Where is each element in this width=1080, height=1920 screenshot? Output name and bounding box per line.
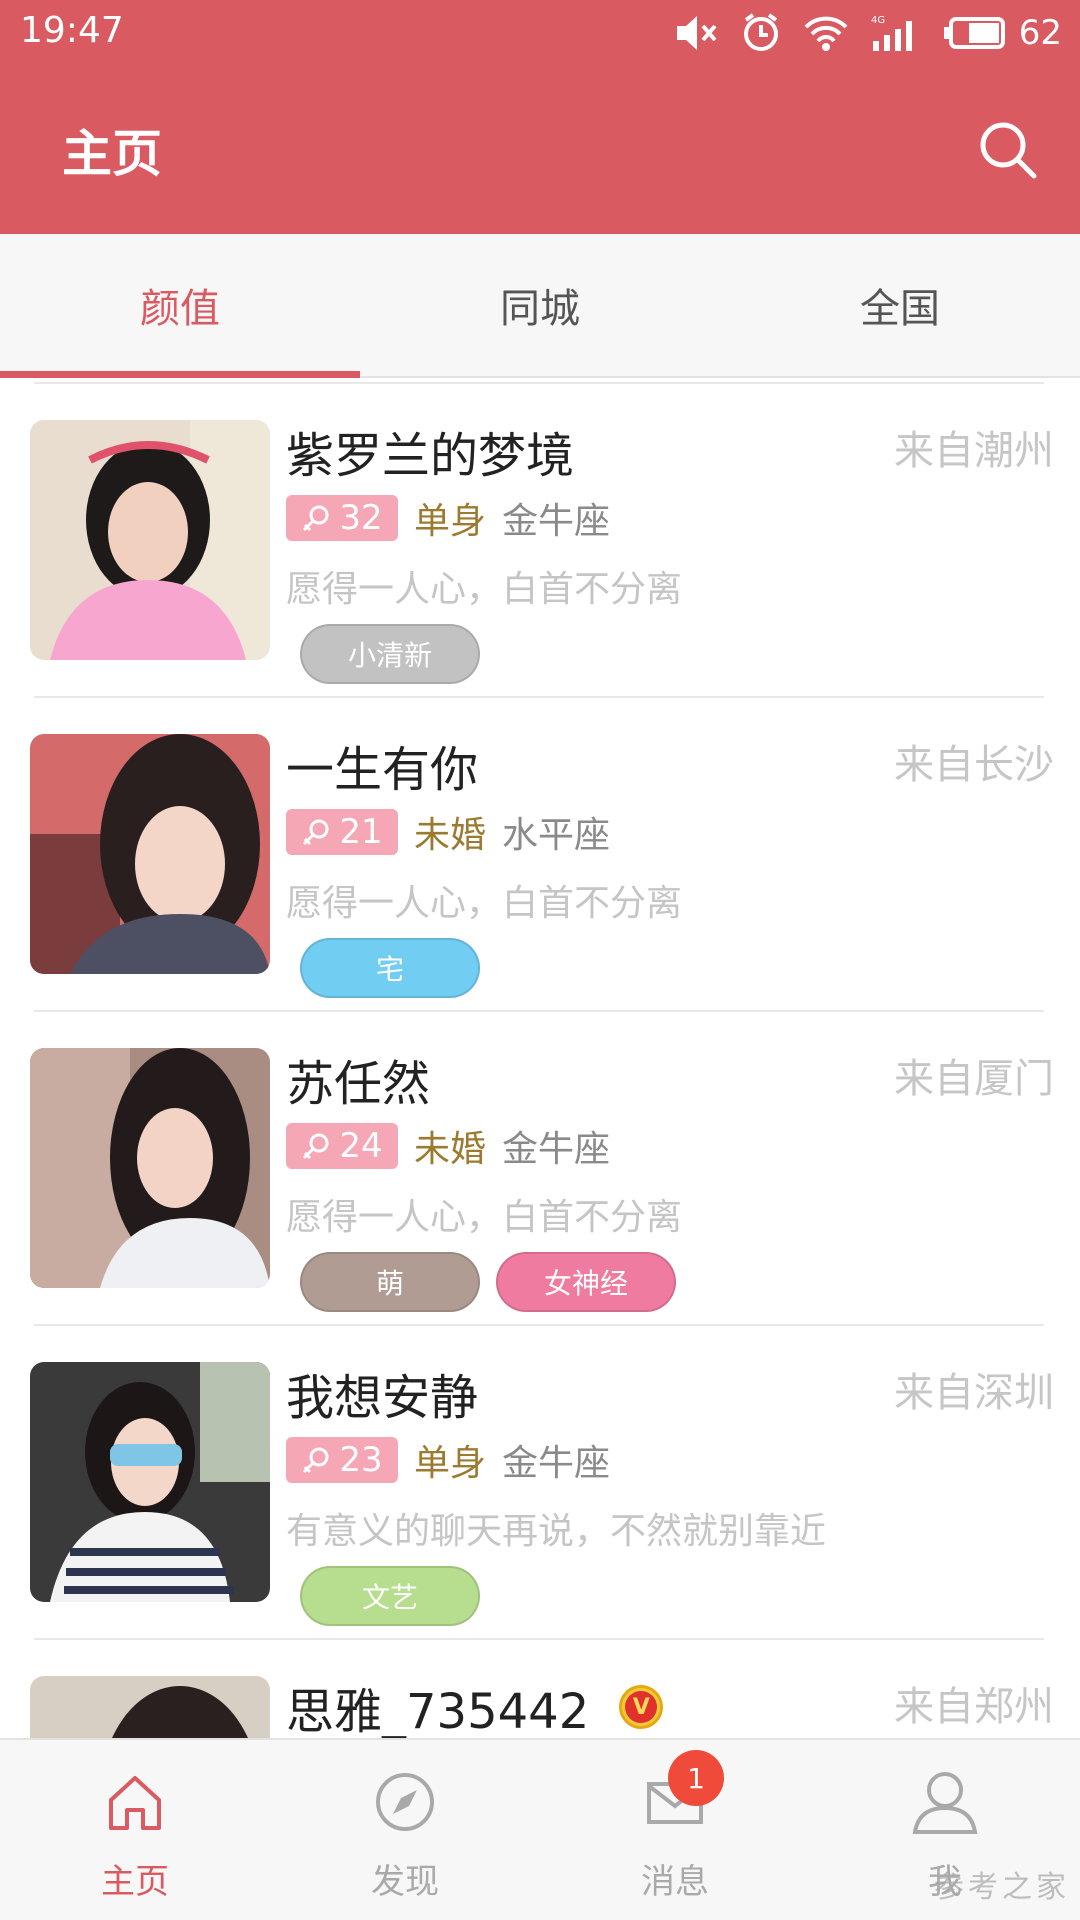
profile-name: 苏任然 xyxy=(286,1044,430,1114)
vip-glyph: V xyxy=(625,1691,658,1723)
age-badge: 32 xyxy=(286,495,398,541)
profile-name-text: 苏任然 xyxy=(286,1056,431,1112)
tag-list: 宅 xyxy=(300,938,480,998)
mute-icon xyxy=(676,16,717,50)
profile-city: 来自深圳 xyxy=(894,1370,1054,1416)
profile-meta: 23 单身 金牛座 xyxy=(286,1436,610,1484)
age-value: 21 xyxy=(339,812,383,852)
female-icon xyxy=(303,1133,329,1160)
nav-home[interactable]: 主页 xyxy=(0,1740,270,1920)
profile-meta: 21 未婚 水平座 xyxy=(286,808,610,856)
profile-name-text: 我想安静 xyxy=(286,1370,479,1426)
nav-label: 消息 xyxy=(641,1862,709,1902)
avatar[interactable] xyxy=(30,1676,270,1738)
signature: 愿得一人心，白首不分离 xyxy=(286,569,683,610)
compass-icon xyxy=(376,1773,434,1831)
profile-name: 思雅_735442 V xyxy=(286,1672,664,1738)
battery-level: 62 xyxy=(1018,13,1062,53)
tag[interactable]: 小清新 xyxy=(300,624,480,684)
page-title: 主页 xyxy=(62,125,162,183)
profile-city: 来自厦门 xyxy=(894,1056,1054,1102)
avatar[interactable] xyxy=(30,1362,270,1602)
status-bar: 19:47 4G 62 xyxy=(0,0,1080,66)
profile-meta: 32 单身 金牛座 xyxy=(286,494,610,542)
female-icon xyxy=(303,505,329,532)
status-time: 19:47 xyxy=(20,10,124,51)
profile-card[interactable]: 我想安静 来自深圳 23 单身 金牛座 有意义的聊天再说，不然就别靠近 文艺 xyxy=(0,1326,1080,1640)
search-icon[interactable] xyxy=(976,118,1040,182)
female-icon xyxy=(303,819,329,846)
profile-name: 我想安静 xyxy=(286,1358,478,1428)
zodiac: 水平座 xyxy=(502,815,611,856)
alarm-icon xyxy=(743,13,778,51)
profile-list: 紫罗兰的梦境 来自潮州 32 单身 金牛座 愿得一人心，白首不分离 小清新 一生… xyxy=(0,380,1080,1738)
profile-card[interactable]: 紫罗兰的梦境 来自潮州 32 单身 金牛座 愿得一人心，白首不分离 小清新 xyxy=(0,384,1080,698)
nav-label: 主页 xyxy=(101,1862,169,1902)
profile-name-text: 一生有你 xyxy=(286,742,479,798)
tab-appearance[interactable]: 颜值 xyxy=(0,234,360,378)
marital-status: 单身 xyxy=(414,1443,487,1484)
watermark: 参考之家 xyxy=(934,1870,1070,1905)
app-header: 主页 xyxy=(0,66,1080,234)
profile-name: 紫罗兰的梦境 xyxy=(286,416,574,486)
tag-list: 小清新 xyxy=(300,624,480,684)
marital-status: 单身 xyxy=(414,501,487,542)
profile-city: 来自长沙 xyxy=(894,742,1054,788)
marital-status: 未婚 xyxy=(414,1129,487,1170)
avatar[interactable] xyxy=(30,420,270,660)
user-icon xyxy=(912,1772,978,1834)
profile-name: 一生有你 xyxy=(286,730,478,800)
signature: 有意义的聊天再说，不然就别靠近 xyxy=(286,1511,827,1552)
tag-list: 文艺 xyxy=(300,1566,480,1626)
signature: 愿得一人心，白首不分离 xyxy=(286,1197,683,1238)
unread-badge: 1 xyxy=(668,1750,724,1806)
profile-city: 来自潮州 xyxy=(894,428,1054,474)
profile-meta: 24 未婚 金牛座 xyxy=(286,1122,610,1170)
marital-status: 未婚 xyxy=(414,815,487,856)
profile-card[interactable]: 一生有你 来自长沙 21 未婚 水平座 愿得一人心，白首不分离 宅 xyxy=(0,698,1080,1012)
tab-same-city[interactable]: 同城 xyxy=(360,234,720,376)
nav-label: 发现 xyxy=(371,1862,439,1902)
age-value: 32 xyxy=(339,498,383,538)
signature: 愿得一人心，白首不分离 xyxy=(286,883,683,924)
tag[interactable]: 宅 xyxy=(300,938,480,998)
tab-nationwide[interactable]: 全国 xyxy=(720,234,1080,376)
nav-discover[interactable]: 发现 xyxy=(270,1740,540,1920)
avatar[interactable] xyxy=(30,734,270,974)
tag[interactable]: 文艺 xyxy=(300,1566,480,1626)
profile-name-text: 思雅_735442 xyxy=(286,1684,590,1738)
age-value: 24 xyxy=(339,1126,383,1166)
tag[interactable]: 女神经 xyxy=(496,1252,676,1312)
zodiac: 金牛座 xyxy=(502,1129,611,1170)
nav-messages[interactable]: 消息 1 xyxy=(540,1740,810,1920)
zodiac: 金牛座 xyxy=(502,1443,611,1484)
wifi-icon xyxy=(804,16,848,51)
vip-badge-icon: V xyxy=(619,1685,664,1729)
age-value: 23 xyxy=(339,1440,383,1480)
profile-card[interactable]: 思雅_735442 V 来自郑州 xyxy=(0,1640,1080,1738)
tag[interactable]: 萌 xyxy=(300,1252,480,1312)
bottom-nav: 主页 发现 消息 1 我 参考之家 xyxy=(0,1738,1080,1920)
tag-list: 萌 女神经 xyxy=(300,1252,676,1312)
profile-city: 来自郑州 xyxy=(894,1684,1054,1730)
age-badge: 21 xyxy=(286,809,398,855)
category-tabs: 颜值 同城 全国 xyxy=(0,234,1080,378)
status-icons: 4G 62 xyxy=(675,8,1062,58)
female-icon xyxy=(303,1447,329,1474)
profile-name-text: 紫罗兰的梦境 xyxy=(286,428,575,484)
home-icon xyxy=(109,1776,161,1830)
battery-icon xyxy=(943,17,1005,49)
signal-icon: 4G xyxy=(871,15,912,51)
zodiac: 金牛座 xyxy=(502,501,611,542)
svg-text:4G: 4G xyxy=(871,15,885,26)
profile-card[interactable]: 苏任然 来自厦门 24 未婚 金牛座 愿得一人心，白首不分离 萌 女神经 xyxy=(0,1012,1080,1326)
avatar[interactable] xyxy=(30,1048,270,1288)
age-badge: 24 xyxy=(286,1123,398,1169)
age-badge: 23 xyxy=(286,1437,398,1483)
